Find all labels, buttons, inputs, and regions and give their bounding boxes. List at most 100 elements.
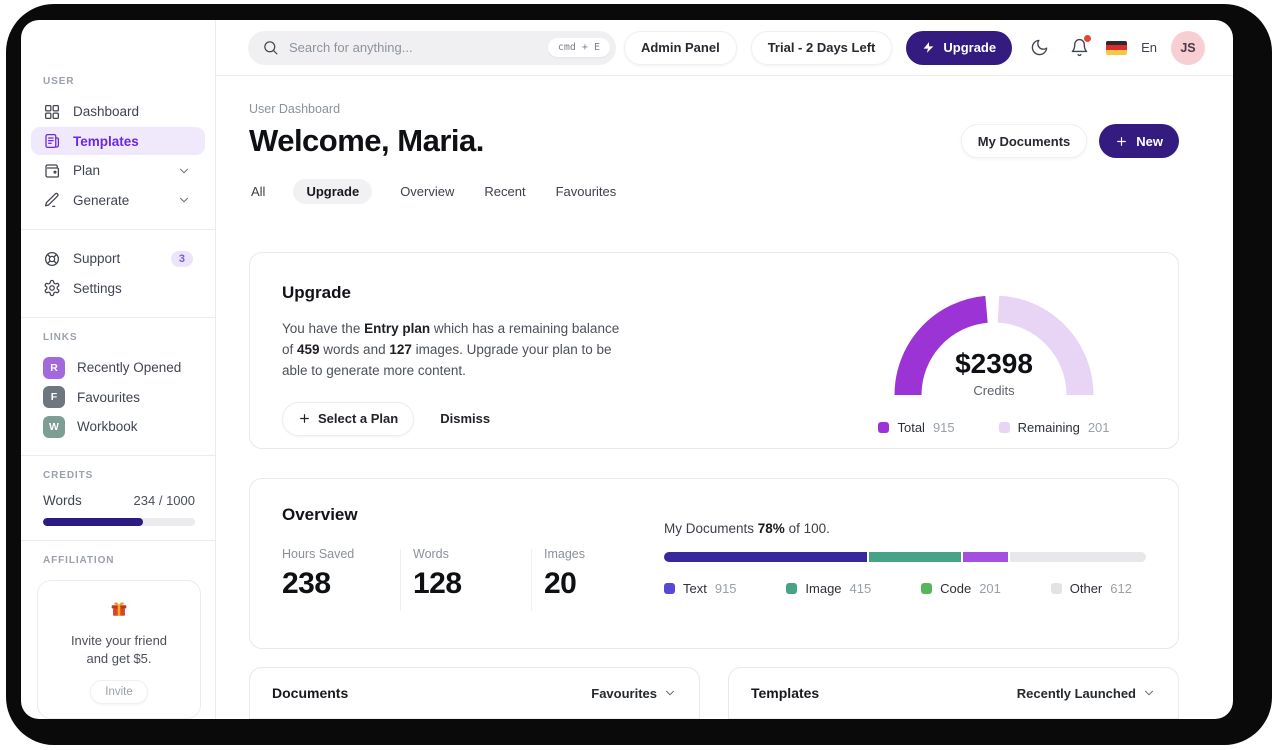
- user-avatar[interactable]: JS: [1171, 30, 1205, 65]
- stacked-bar-legend: Text 915 Image 415 Code 201 Other 612: [664, 581, 1146, 596]
- stat-label: Words: [413, 547, 449, 561]
- legend-value: 201: [1087, 420, 1110, 435]
- templates-card-header: Templates Recently Launched: [729, 668, 1178, 718]
- templates-filter-dropdown[interactable]: Recently Launched: [1017, 686, 1156, 701]
- new-button[interactable]: New: [1099, 124, 1179, 158]
- lifebuoy-icon: [44, 251, 60, 266]
- sidebar-link-workbook[interactable]: W Workbook: [31, 413, 205, 440]
- gauge-center-label: Credits: [973, 383, 1015, 398]
- divider: [400, 549, 401, 611]
- legend-item-total: Total 915: [878, 420, 955, 435]
- overview-card-title: Overview: [282, 505, 358, 524]
- sidebar-item-templates[interactable]: Templates: [31, 127, 205, 155]
- credits-progress-fill: [43, 518, 144, 526]
- sidebar-item-dashboard[interactable]: Dashboard: [31, 98, 205, 125]
- affiliation-card: Invite your friend and get $5. Invite: [37, 579, 201, 719]
- stat-value: 238: [282, 567, 331, 600]
- divider: [21, 316, 215, 318]
- upgrade-card-actions: Select a Plan Dismiss: [282, 401, 854, 436]
- trial-badge[interactable]: Trial - 2 Days Left: [750, 30, 893, 65]
- overview-card-left: Overview Hours Saved 238 Words 128 Image…: [282, 505, 664, 648]
- credits-row: Words 234 / 1000: [43, 493, 195, 508]
- tab-upgrade[interactable]: Upgrade: [293, 179, 373, 204]
- sidebar-item-label: Support: [73, 251, 121, 267]
- tab-all[interactable]: All: [249, 179, 267, 204]
- admin-panel-button[interactable]: Admin Panel: [623, 30, 737, 65]
- legend-label: Other: [1069, 581, 1103, 596]
- bolt-icon: [923, 42, 934, 53]
- stat-images: Images 20: [544, 547, 662, 611]
- grid-icon: [44, 104, 60, 119]
- sidebar-item-plan[interactable]: Plan: [31, 157, 205, 184]
- sidebar-item-label: Favourites: [77, 389, 141, 405]
- link-initial-badge: W: [43, 415, 65, 438]
- documents-card-header: Documents Favourites: [250, 668, 699, 718]
- dark-mode-toggle[interactable]: [1026, 38, 1052, 57]
- bar-segment-image: [869, 552, 962, 562]
- document-list-item[interactable]: Untitled Document in Workbook: [250, 718, 699, 719]
- notification-dot: [1084, 35, 1092, 42]
- main-area: cmd + E Admin Panel Trial - 2 Days Left …: [216, 20, 1233, 719]
- documents-filter-dropdown[interactable]: Favourites: [591, 686, 677, 701]
- legend-label: Text: [683, 581, 707, 596]
- upgrade-button[interactable]: Upgrade: [906, 30, 1013, 65]
- legend-item-remaining: Remaining 201: [998, 420, 1110, 435]
- chevron-down-icon: [179, 168, 189, 173]
- sidebar-item-settings[interactable]: Settings: [31, 274, 205, 301]
- credits-gauge: $2398 Credits Total 915 Remaining 201: [854, 283, 1134, 448]
- sidebar-item-label: Workbook: [77, 419, 138, 435]
- legend-value: 612: [1110, 581, 1132, 596]
- support-count-badge: 3: [170, 250, 193, 267]
- tab-favourites[interactable]: Favourites: [554, 179, 619, 204]
- title-actions: My Documents New: [960, 124, 1179, 158]
- tab-overview[interactable]: Overview: [398, 179, 456, 204]
- legend-item-code: Code 201: [921, 581, 1001, 596]
- documents-stacked-bar: [664, 552, 1146, 562]
- dismiss-button[interactable]: Dismiss: [440, 411, 490, 426]
- link-initial-badge: F: [43, 386, 65, 409]
- template-list-item[interactable]: Blog Post Title in Workbook: [729, 718, 1178, 719]
- tab-recent[interactable]: Recent: [482, 179, 527, 204]
- legend-swatch: [921, 583, 933, 594]
- stat-hours-saved: Hours Saved 238: [282, 547, 400, 611]
- sidebar-link-favourites[interactable]: F Favourites: [31, 383, 205, 410]
- select-plan-button[interactable]: Select a Plan: [282, 401, 415, 436]
- chevron-down-icon: [179, 197, 189, 203]
- invite-button[interactable]: Invite: [90, 680, 148, 705]
- plus-icon: [300, 414, 309, 424]
- legend-swatch: [1050, 583, 1062, 594]
- stat-words: Words 128: [413, 547, 531, 611]
- sidebar-item-label: Dashboard: [73, 104, 140, 120]
- upgrade-card-title: Upgrade: [282, 283, 351, 302]
- breadcrumb: User Dashboard: [249, 102, 341, 116]
- legend-item-other: Other 612: [1050, 581, 1132, 596]
- chevron-down-icon: [1144, 690, 1154, 696]
- language-selector[interactable]: En: [1141, 40, 1157, 55]
- sidebar-item-generate[interactable]: Generate: [31, 186, 205, 213]
- legend-swatch: [664, 583, 675, 594]
- page-title: Welcome, Maria.: [249, 123, 484, 158]
- sidebar: USER Dashboard Templates Plan Generate S…: [21, 20, 216, 719]
- sidebar-section-credits: CREDITS: [43, 470, 94, 482]
- search-input[interactable]: [289, 40, 538, 55]
- divider: [21, 455, 215, 457]
- sidebar-link-recently-opened[interactable]: R Recently Opened: [31, 354, 205, 381]
- overview-stats: Hours Saved 238 Words 128 Images 20: [282, 547, 664, 611]
- gauge-center-value: $2398: [955, 348, 1033, 379]
- plus-icon: [1117, 136, 1127, 146]
- upgrade-card: Upgrade You have the Entry plan which ha…: [249, 252, 1179, 449]
- my-documents-button[interactable]: My Documents: [960, 124, 1088, 158]
- notifications-button[interactable]: [1066, 35, 1092, 57]
- search-bar[interactable]: cmd + E: [248, 30, 616, 65]
- flag-germany-icon[interactable]: [1106, 40, 1128, 55]
- sidebar-item-support[interactable]: Support 3: [31, 245, 205, 272]
- legend-value: 201: [979, 581, 1001, 596]
- affiliation-text: Invite your friend and get $5.: [70, 632, 168, 666]
- credits-value: 234 / 1000: [133, 493, 195, 509]
- app-window: USER Dashboard Templates Plan Generate S…: [21, 20, 1233, 719]
- sidebar-item-label: Templates: [73, 133, 139, 149]
- legend-value: 415: [849, 581, 872, 596]
- documents-card: Documents Favourites Untitled Document i…: [249, 667, 700, 719]
- stat-value: 20: [544, 567, 577, 600]
- documents-progress-caption: My Documents 78% of 100.: [664, 521, 830, 536]
